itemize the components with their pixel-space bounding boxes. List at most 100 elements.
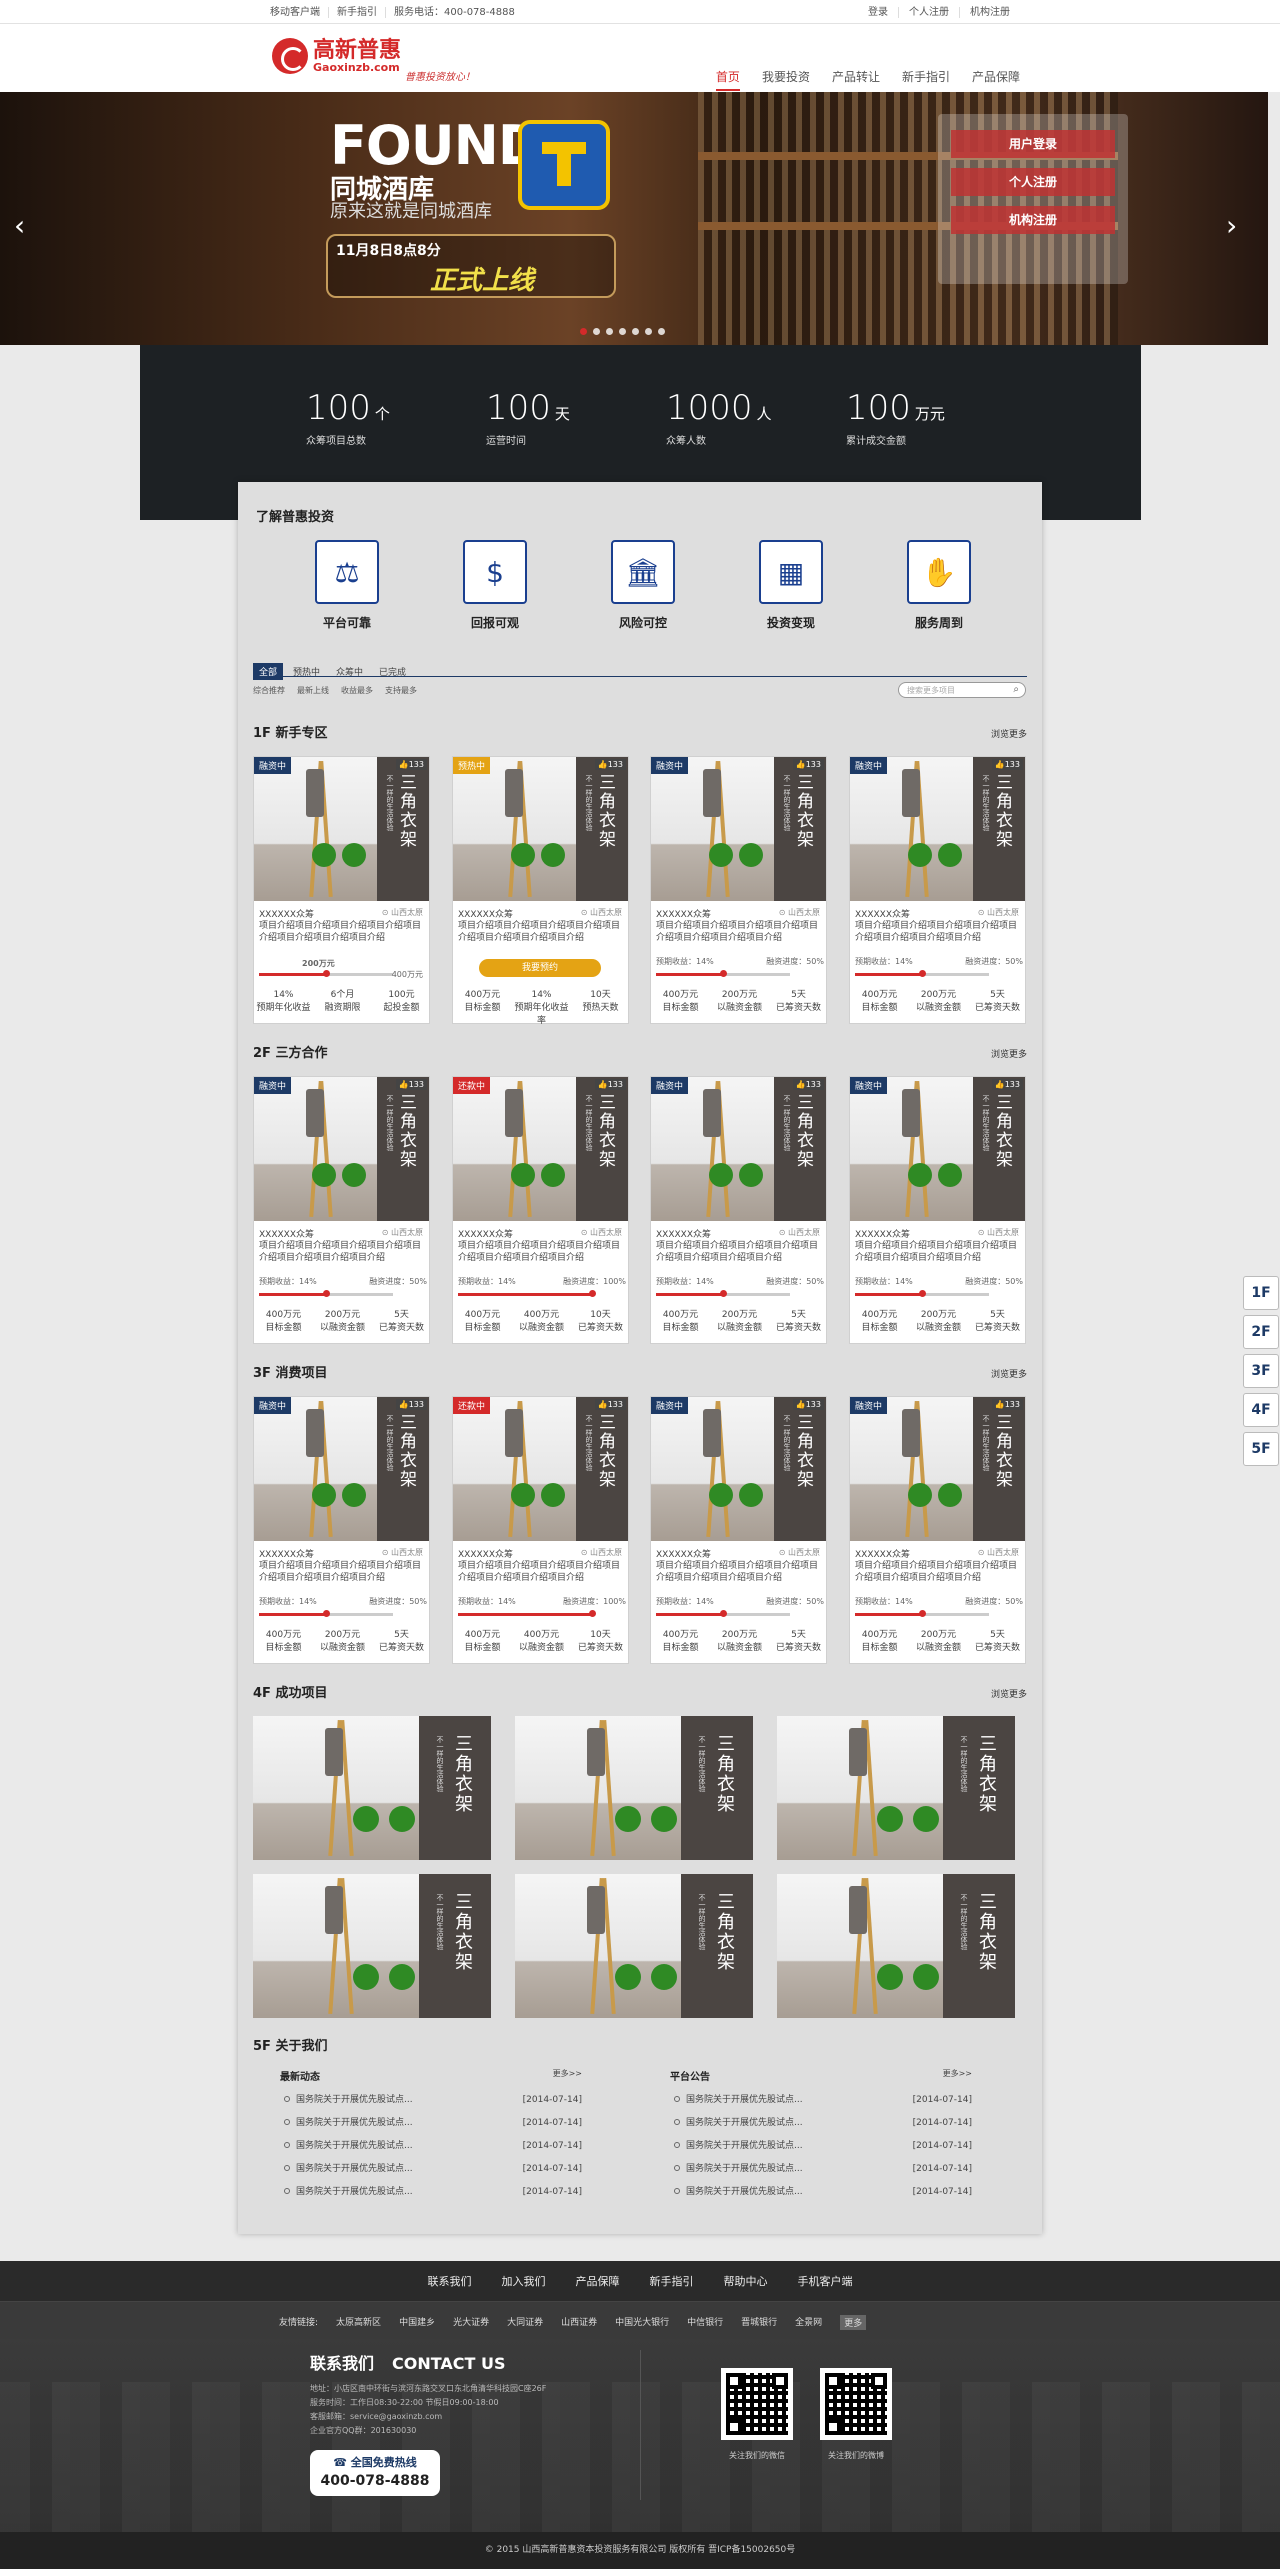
friend-link[interactable]: 山西证券 xyxy=(561,2315,597,2330)
project-card[interactable]: 三角衣架 不一样的生活体验 还款中 👍133 XXXXXX众筹 ⊙ 山西太原 项目介绍项目介… xyxy=(452,1076,629,1344)
friend-link[interactable]: 全景网 xyxy=(795,2315,822,2330)
floor-nav-1f[interactable]: 1F xyxy=(1243,1276,1279,1310)
tab-preheat[interactable]: 预热中 xyxy=(287,663,326,680)
success-project-image[interactable]: 三角衣架 不一样的生活体验 xyxy=(515,1716,753,1860)
sort-income[interactable]: 收益最多 xyxy=(341,685,373,696)
project-image[interactable]: 三角衣架 不一样的生活体验 还款中 👍133 xyxy=(453,1077,628,1221)
nav-home[interactable]: 首页 xyxy=(715,68,740,91)
slide-dot[interactable] xyxy=(580,328,587,335)
next-slide-icon[interactable]: › xyxy=(1226,212,1237,240)
project-card[interactable]: 三角衣架 不一样的生活体验 融资中 👍133 XXXXXX众筹 ⊙ 山西太原 项目介绍项目介… xyxy=(849,1396,1026,1664)
project-name[interactable]: XXXXXX众筹 xyxy=(656,1227,711,1240)
news-item[interactable]: 国务院关于开展优先股试点... [2014-07-14] xyxy=(280,2181,582,2204)
nav-transfer[interactable]: 产品转让 xyxy=(832,68,880,91)
org-register-button[interactable]: 机构注册 xyxy=(951,206,1115,234)
tab-funding[interactable]: 众筹中 xyxy=(330,663,369,680)
footer-link[interactable]: 手机客户端 xyxy=(798,2273,853,2289)
project-card[interactable]: 三角衣架 不一样的生活体验 融资中 👍133 XXXXXX众筹 ⊙ 山西太原 项目介绍项目介… xyxy=(253,756,430,1024)
project-image[interactable]: 三角衣架 不一样的生活体验 预热中 👍133 xyxy=(453,757,628,901)
project-name[interactable]: XXXXXX众筹 xyxy=(855,907,910,920)
project-card[interactable]: 三角衣架 不一样的生活体验 融资中 👍133 XXXXXX众筹 ⊙ 山西太原 项目介绍项目介… xyxy=(650,1396,827,1664)
success-project-image[interactable]: 三角衣架 不一样的生活体验 xyxy=(253,1874,491,2018)
project-card[interactable]: 三角衣架 不一样的生活体验 融资中 👍133 XXXXXX众筹 ⊙ 山西太原 项目介绍项目介… xyxy=(650,756,827,1024)
floor-nav-2f[interactable]: 2F xyxy=(1243,1315,1279,1349)
project-image[interactable]: 三角衣架 不一样的生活体验 融资中 👍133 xyxy=(651,757,826,901)
project-card[interactable]: 三角衣架 不一样的生活体验 预热中 👍133 XXXXXX众筹 ⊙ 山西太原 项目介绍项目介… xyxy=(452,756,629,1026)
project-name[interactable]: XXXXXX众筹 xyxy=(656,1547,711,1560)
project-card[interactable]: 三角衣架 不一样的生活体验 融资中 👍133 XXXXXX众筹 ⊙ 山西太原 项目介绍项目介… xyxy=(650,1076,827,1344)
project-image[interactable]: 三角衣架 不一样的生活体验 融资中 👍133 xyxy=(651,1077,826,1221)
floor-more-link[interactable]: 浏览更多 xyxy=(991,1367,1027,1380)
nav-guide[interactable]: 新手指引 xyxy=(902,68,950,91)
hotline-badge[interactable]: ☎ 全国免费热线 400-078-4888 xyxy=(310,2450,440,2496)
tab-all[interactable]: 全部 xyxy=(253,663,284,680)
footer-link[interactable]: 产品保障 xyxy=(576,2273,620,2289)
project-image[interactable]: 三角衣架 不一样的生活体验 融资中 👍133 xyxy=(254,1077,429,1221)
news-item[interactable]: 国务院关于开展优先股试点... [2014-07-14] xyxy=(670,2089,972,2112)
slide-dot[interactable] xyxy=(593,328,600,335)
project-name[interactable]: XXXXXX众筹 xyxy=(855,1227,910,1240)
login-link[interactable]: 登录 xyxy=(858,6,899,18)
mobile-client-link[interactable]: 移动客户端 xyxy=(262,6,329,18)
sort-support[interactable]: 支持最多 xyxy=(385,685,417,696)
footer-link[interactable]: 联系我们 xyxy=(428,2273,472,2289)
friend-link[interactable]: 太原高新区 xyxy=(336,2315,381,2330)
footer-link[interactable]: 帮助中心 xyxy=(724,2273,768,2289)
news-item[interactable]: 国务院关于开展优先股试点... [2014-07-14] xyxy=(670,2112,972,2135)
sort-recommend[interactable]: 综合推荐 xyxy=(253,685,285,696)
news-more-link[interactable]: 更多>> xyxy=(943,2068,972,2079)
friend-link[interactable]: 中国建乡 xyxy=(399,2315,435,2330)
friend-link[interactable]: 大同证券 xyxy=(507,2315,543,2330)
project-name[interactable]: XXXXXX众筹 xyxy=(259,1227,314,1240)
project-card[interactable]: 三角衣架 不一样的生活体验 融资中 👍133 XXXXXX众筹 ⊙ 山西太原 项目介绍项目介… xyxy=(849,756,1026,1024)
prev-slide-icon[interactable]: ‹ xyxy=(14,212,25,240)
project-card[interactable]: 三角衣架 不一样的生活体验 融资中 👍133 XXXXXX众筹 ⊙ 山西太原 项目介绍项目介… xyxy=(253,1396,430,1664)
reserve-button[interactable]: 我要预约 xyxy=(479,959,601,977)
project-name[interactable]: XXXXXX众筹 xyxy=(855,1547,910,1560)
site-logo[interactable]: 高新普惠 Gaoxinzb.com xyxy=(272,38,401,74)
project-image[interactable]: 三角衣架 不一样的生活体验 融资中 👍133 xyxy=(850,757,1025,901)
project-card[interactable]: 三角衣架 不一样的生活体验 融资中 👍133 XXXXXX众筹 ⊙ 山西太原 项目介绍项目介… xyxy=(849,1076,1026,1344)
success-project-image[interactable]: 三角衣架 不一样的生活体验 xyxy=(515,1874,753,2018)
floor-nav-4f[interactable]: 4F xyxy=(1243,1393,1279,1427)
guide-link[interactable]: 新手指引 xyxy=(329,6,386,18)
project-name[interactable]: XXXXXX众筹 xyxy=(458,1227,513,1240)
news-item[interactable]: 国务院关于开展优先股试点... [2014-07-14] xyxy=(670,2181,972,2204)
news-item[interactable]: 国务院关于开展优先股试点... [2014-07-14] xyxy=(670,2135,972,2158)
project-image[interactable]: 三角衣架 不一样的生活体验 融资中 👍133 xyxy=(850,1077,1025,1221)
sort-newest[interactable]: 最新上线 xyxy=(297,685,329,696)
friend-link[interactable]: 更多 xyxy=(840,2315,867,2330)
project-image[interactable]: 三角衣架 不一样的生活体验 融资中 👍133 xyxy=(651,1397,826,1541)
feature-gavel[interactable]: ⚖ 平台可靠 xyxy=(297,540,397,631)
project-image[interactable]: 三角衣架 不一样的生活体验 融资中 👍133 xyxy=(850,1397,1025,1541)
news-more-link[interactable]: 更多>> xyxy=(553,2068,582,2079)
footer-link[interactable]: 新手指引 xyxy=(650,2273,694,2289)
personal-register-button[interactable]: 个人注册 xyxy=(951,168,1115,196)
floor-nav-3f[interactable]: 3F xyxy=(1243,1354,1279,1388)
news-item[interactable]: 国务院关于开展优先股试点... [2014-07-14] xyxy=(280,2089,582,2112)
project-name[interactable]: XXXXXX众筹 xyxy=(656,907,711,920)
search-input[interactable]: 搜索更多项目 ⌕ xyxy=(898,682,1026,698)
project-name[interactable]: XXXXXX众筹 xyxy=(259,1547,314,1560)
project-name[interactable]: XXXXXX众筹 xyxy=(458,907,513,920)
feature-calculator[interactable]: ▦ 投资变现 xyxy=(741,540,841,631)
friend-link[interactable]: 中国光大银行 xyxy=(615,2315,669,2330)
hero-banner[interactable]: FOUND 同城酒库 原来这就是同城酒库 11月8日8点8分 正式上线 ‹ › … xyxy=(0,92,1268,345)
success-project-image[interactable]: 三角衣架 不一样的生活体验 xyxy=(253,1716,491,1860)
floor-more-link[interactable]: 浏览更多 xyxy=(991,1687,1027,1700)
success-project-image[interactable]: 三角衣架 不一样的生活体验 xyxy=(777,1874,1015,2018)
project-image[interactable]: 三角衣架 不一样的生活体验 还款中 👍133 xyxy=(453,1397,628,1541)
slide-dot[interactable] xyxy=(645,328,652,335)
slide-dot[interactable] xyxy=(658,328,665,335)
project-card[interactable]: 三角衣架 不一样的生活体验 还款中 👍133 XXXXXX众筹 ⊙ 山西太原 项目介绍项目介… xyxy=(452,1396,629,1664)
slide-dot[interactable] xyxy=(619,328,626,335)
news-item[interactable]: 国务院关于开展优先股试点... [2014-07-14] xyxy=(670,2158,972,2181)
news-item[interactable]: 国务院关于开展优先股试点... [2014-07-14] xyxy=(280,2135,582,2158)
org-register-link[interactable]: 机构注册 xyxy=(960,7,1020,18)
nav-invest[interactable]: 我要投资 xyxy=(762,68,810,91)
floor-more-link[interactable]: 浏览更多 xyxy=(991,1047,1027,1060)
footer-link[interactable]: 加入我们 xyxy=(502,2273,546,2289)
personal-register-link[interactable]: 个人注册 xyxy=(899,6,960,18)
feature-cash[interactable]: $ 回报可观 xyxy=(445,540,545,631)
project-image[interactable]: 三角衣架 不一样的生活体验 融资中 👍133 xyxy=(254,757,429,901)
